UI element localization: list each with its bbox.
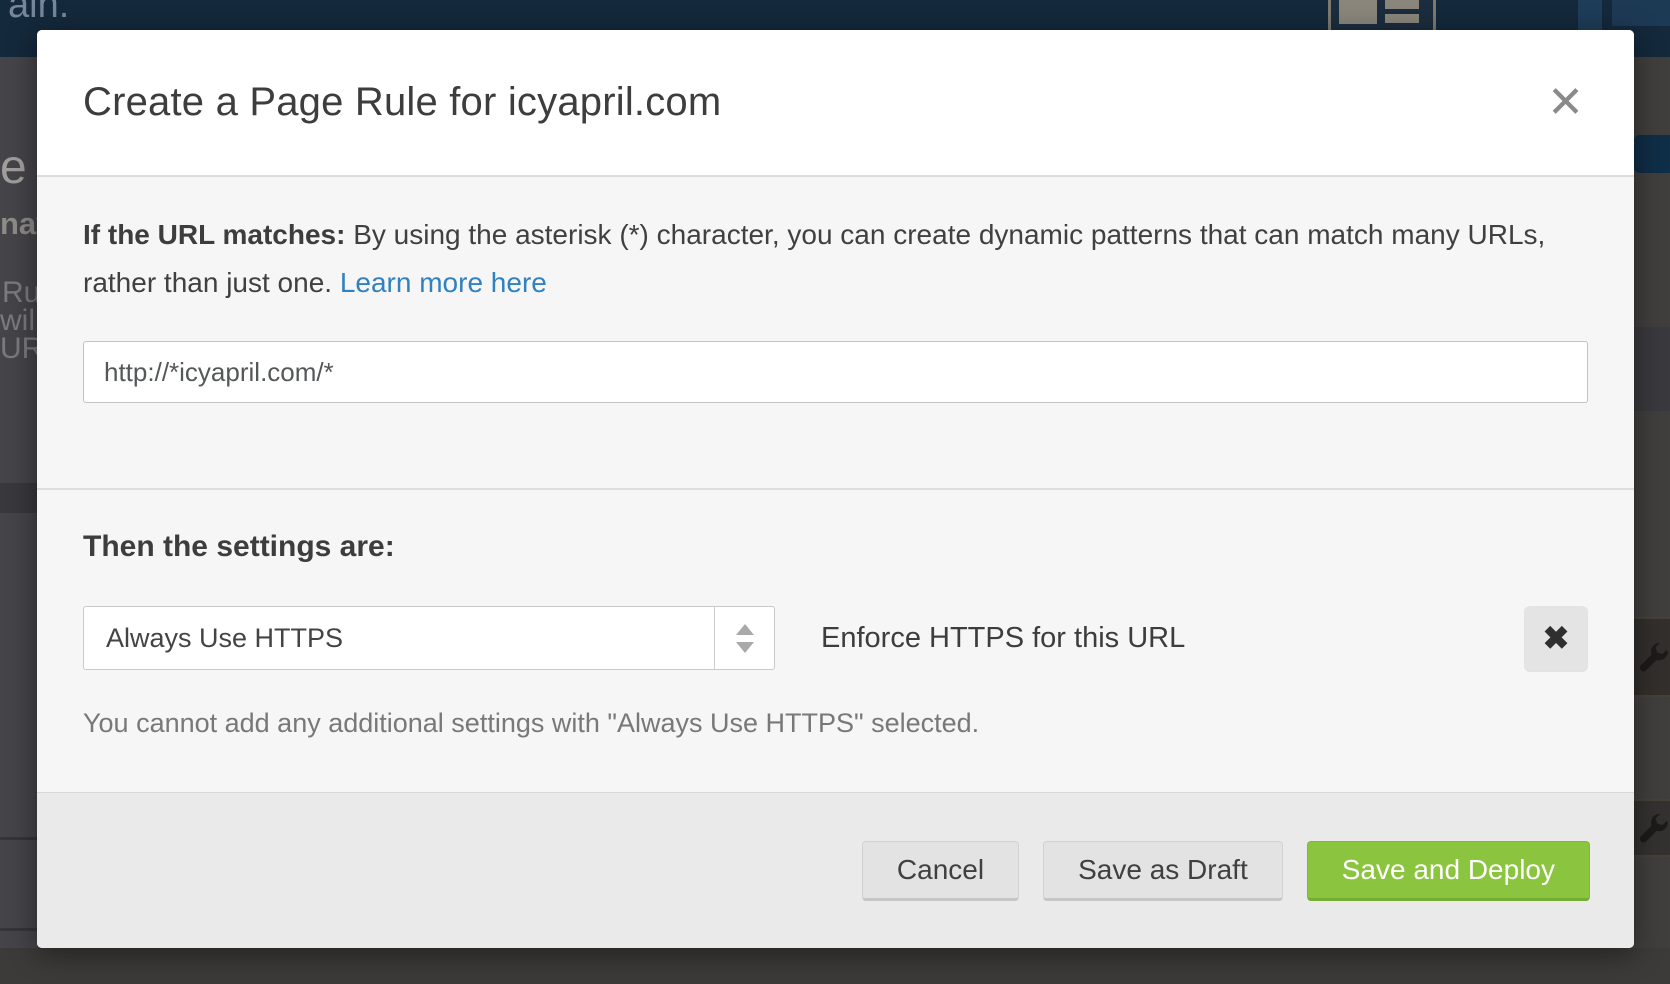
up-down-arrows-icon[interactable] [714, 607, 774, 669]
dimmed-button-edge [1634, 135, 1670, 173]
url-match-label: If the URL matches: [83, 219, 345, 250]
dimmed-row-divider [0, 928, 37, 931]
save-as-draft-button[interactable]: Save as Draft [1043, 841, 1283, 901]
dimmed-table-band [1634, 327, 1670, 411]
url-match-description: If the URL matches: By using the asteris… [83, 211, 1553, 307]
url-pattern-input[interactable] [83, 341, 1588, 403]
cancel-button[interactable]: Cancel [862, 841, 1019, 901]
wrench-icon [1634, 799, 1670, 857]
setting-note: You cannot add any additional settings w… [83, 708, 1588, 739]
settings-heading: Then the settings are: [83, 530, 1588, 564]
url-match-section: If the URL matches: By using the asteris… [37, 177, 1634, 488]
setting-select[interactable]: Always Use HTTPS [83, 606, 775, 670]
modal-header: Create a Page Rule for icyapril.com ✕ [37, 30, 1634, 175]
create-page-rule-modal: Create a Page Rule for icyapril.com ✕ If… [37, 30, 1634, 948]
dimmed-header-text-fragment: ain. [8, 0, 69, 27]
setting-row: Always Use HTTPS Enforce HTTPS for this … [83, 606, 1588, 670]
dimmed-row-divider [0, 837, 37, 840]
save-and-deploy-button[interactable]: Save and Deploy [1307, 841, 1590, 901]
dimmed-text-fragment: e [0, 140, 27, 195]
dimmed-header-block [1612, 0, 1670, 26]
settings-section: Then the settings are: Always Use HTTPS … [37, 490, 1634, 792]
modal-footer: Cancel Save as Draft Save and Deploy [37, 792, 1634, 948]
layout-grid-icon [1328, 0, 1436, 34]
dimmed-header-block [1578, 0, 1602, 32]
learn-more-link[interactable]: Learn more here [340, 267, 547, 298]
dimmed-page-bottom [0, 948, 1670, 984]
setting-select-value: Always Use HTTPS [84, 623, 714, 654]
setting-description: Enforce HTTPS for this URL [821, 622, 1185, 655]
dimmed-table-band [0, 483, 37, 513]
dimmed-page-right [1634, 57, 1670, 948]
close-icon[interactable]: ✕ [1543, 81, 1588, 125]
wrench-icon [1634, 617, 1670, 697]
modal-title: Create a Page Rule for icyapril.com [83, 80, 721, 125]
remove-setting-icon[interactable]: ✖ [1524, 606, 1588, 670]
